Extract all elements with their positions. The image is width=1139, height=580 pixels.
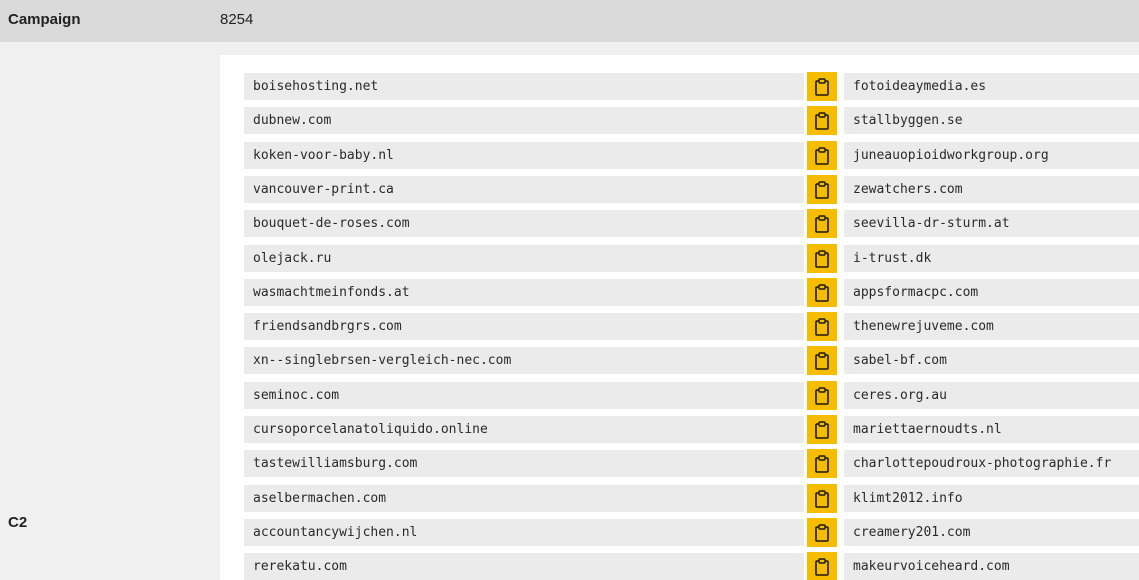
domain-right: fotoideaymedia.es xyxy=(844,73,1139,100)
domain-right: zewatchers.com xyxy=(844,176,1139,203)
clipboard-icon xyxy=(815,283,829,302)
c2-label: C2 xyxy=(8,514,28,531)
clipboard-icon xyxy=(815,351,829,370)
domain-left: bouquet-de-roses.com xyxy=(244,210,804,237)
copy-button[interactable] xyxy=(807,175,837,204)
copy-button[interactable] xyxy=(807,312,837,341)
domain-left: aselbermachen.com xyxy=(244,485,804,512)
copy-button[interactable] xyxy=(807,278,837,307)
copy-button[interactable] xyxy=(807,484,837,513)
clipboard-icon xyxy=(815,489,829,508)
copy-button[interactable] xyxy=(807,449,837,478)
clipboard-icon xyxy=(815,420,829,439)
domain-right: mariettaernoudts.nl xyxy=(844,416,1139,443)
copy-button[interactable] xyxy=(807,381,837,410)
domain-left: koken-voor-baby.nl xyxy=(244,142,804,169)
domain-left: rerekatu.com xyxy=(244,553,804,580)
clipboard-icon xyxy=(815,146,829,165)
copy-button[interactable] xyxy=(807,141,837,170)
campaign-header-row: Campaign 8254 xyxy=(0,0,1139,42)
clipboard-icon xyxy=(815,454,829,473)
clipboard-icon xyxy=(815,557,829,576)
domain-right: appsformacpc.com xyxy=(844,279,1139,306)
copy-button[interactable] xyxy=(807,72,837,101)
clipboard-icon xyxy=(815,111,829,130)
clipboard-icon xyxy=(815,214,829,233)
domain-right: sabel-bf.com xyxy=(844,347,1139,374)
domain-right: seevilla-dr-sturm.at xyxy=(844,210,1139,237)
clipboard-icon xyxy=(815,180,829,199)
domain-left: dubnew.com xyxy=(244,107,804,134)
domain-left: wasmachtmeinfonds.at xyxy=(244,279,804,306)
domain-right: juneauopioidworkgroup.org xyxy=(844,142,1139,169)
domain-left: xn--singlebrsen-vergleich-nec.com xyxy=(244,347,804,374)
domain-left: seminoc.com xyxy=(244,382,804,409)
domain-right: charlottepoudroux-photographie.fr xyxy=(844,450,1139,477)
domain-left: cursoporcelanatoliquido.online xyxy=(244,416,804,443)
domain-left: accountancywijchen.nl xyxy=(244,519,804,546)
campaign-id-value: 8254 xyxy=(220,11,254,28)
domain-left: olejack.ru xyxy=(244,245,804,272)
copy-button[interactable] xyxy=(807,106,837,135)
domain-left: friendsandbrgrs.com xyxy=(244,313,804,340)
domain-left: vancouver-print.ca xyxy=(244,176,804,203)
domain-left: tastewilliamsburg.com xyxy=(244,450,804,477)
c2-domain-list: boisehosting.net fotoideaymedia.es dubnew.… xyxy=(220,55,1139,580)
copy-button[interactable] xyxy=(807,518,837,547)
copy-button[interactable] xyxy=(807,346,837,375)
domain-left: boisehosting.net xyxy=(244,73,804,100)
clipboard-icon xyxy=(815,249,829,268)
domain-right: i-trust.dk xyxy=(844,245,1139,272)
clipboard-icon xyxy=(815,523,829,542)
clipboard-icon xyxy=(815,77,829,96)
domain-right: makeurvoiceheard.com xyxy=(844,553,1139,580)
copy-button[interactable] xyxy=(807,244,837,273)
clipboard-icon xyxy=(815,386,829,405)
copy-button[interactable] xyxy=(807,552,837,580)
domain-right: creamery201.com xyxy=(844,519,1139,546)
domain-right: thenewrejuveme.com xyxy=(844,313,1139,340)
domain-right: ceres.org.au xyxy=(844,382,1139,409)
domain-right: stallbyggen.se xyxy=(844,107,1139,134)
domain-right: klimt2012.info xyxy=(844,485,1139,512)
clipboard-icon xyxy=(815,317,829,336)
campaign-label: Campaign xyxy=(8,11,81,28)
copy-button[interactable] xyxy=(807,415,837,444)
copy-button[interactable] xyxy=(807,209,837,238)
